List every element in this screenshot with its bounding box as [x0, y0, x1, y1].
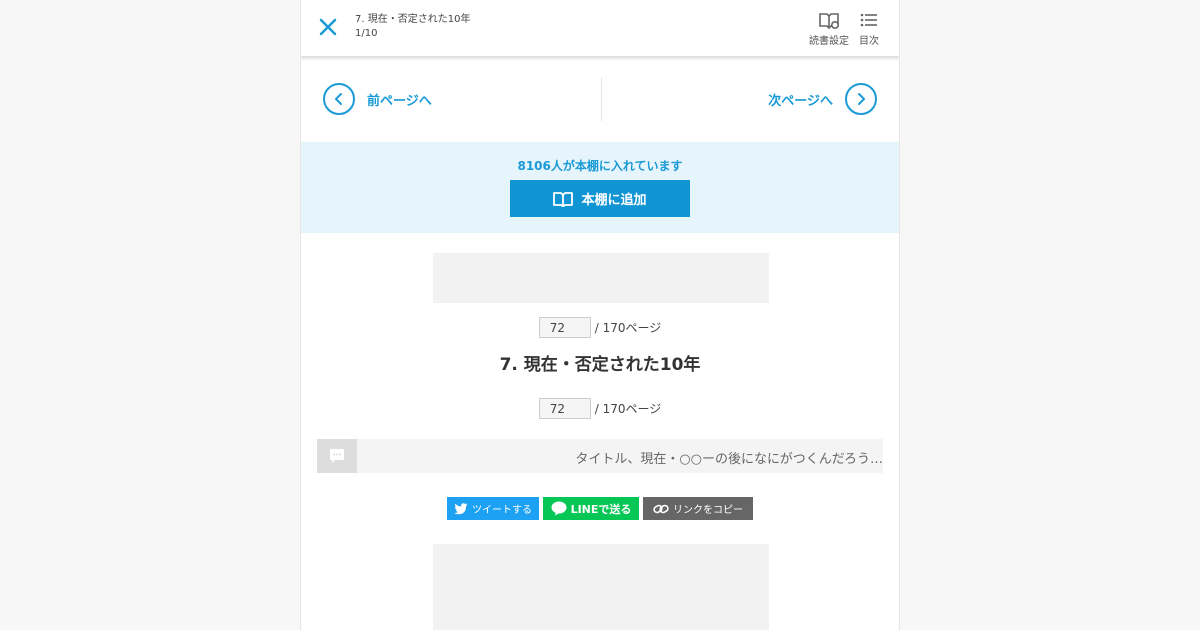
copy-link-button[interactable]: リンクをコピー — [643, 497, 753, 520]
copy-link-label: リンクをコピー — [673, 505, 743, 516]
prev-page-label: 前ページへ — [367, 93, 432, 109]
ad-placeholder — [433, 253, 769, 303]
page-number-input[interactable] — [538, 317, 591, 338]
chat-bubble-icon — [317, 439, 357, 473]
list-icon — [860, 13, 877, 27]
toc-button[interactable]: 目次 — [856, 10, 882, 47]
pager-divider — [601, 77, 602, 121]
ad-placeholder — [433, 544, 769, 630]
next-page-label: 次ページへ — [768, 93, 833, 109]
bookshelf-section: 8106人が本棚に入れています 本棚に追加 — [301, 142, 899, 233]
line-share-label: LINEで送る — [570, 502, 632, 516]
prev-page-button[interactable]: 前ページへ — [323, 81, 432, 117]
book-settings-icon — [819, 13, 840, 30]
tweet-label: ツイートする — [472, 505, 532, 516]
chevron-right-icon — [845, 83, 877, 115]
page-number-nav: / 170ページ — [301, 398, 899, 419]
header-chapter-title: 7. 現在・否定された10年 — [355, 14, 471, 25]
line-logo-icon — [551, 501, 567, 516]
comment-text: タイトル、現在・○○ーの後になにがつくんだろう… — [575, 452, 883, 467]
page-pager: 前ページへ 次ページへ — [301, 57, 899, 142]
share-buttons: ツイートする LINEで送る リンクをコピー — [301, 497, 899, 520]
close-icon — [319, 18, 337, 36]
header-titles: 7. 現在・否定された10年 1/10 — [355, 13, 470, 41]
reader-header: 7. 現在・否定された10年 1/10 読書設定 目次 — [301, 0, 899, 57]
reader-page: 7. 現在・否定された10年 1/10 読書設定 目次 前ページへ 次ページへ … — [300, 0, 900, 630]
chevron-left-icon — [323, 83, 355, 115]
link-icon — [653, 504, 669, 513]
page-number-nav: / 170ページ — [301, 317, 899, 338]
add-to-bookshelf-button[interactable]: 本棚に追加 — [510, 180, 690, 217]
next-page-button[interactable]: 次ページへ — [768, 81, 877, 117]
tweet-button[interactable]: ツイートする — [447, 497, 539, 520]
line-share-button[interactable]: LINEで送る — [543, 497, 639, 520]
page-total: / 170ページ — [594, 321, 662, 335]
header-progress: 1/10 — [355, 28, 378, 39]
comment-bar[interactable]: タイトル、現在・○○ーの後になにがつくんだろう… — [317, 439, 883, 473]
toc-label: 目次 — [859, 36, 879, 47]
bookshelf-count: 8106人が本棚に入れています — [517, 159, 683, 173]
page-number-input[interactable] — [538, 398, 591, 419]
add-to-bookshelf-label: 本棚に追加 — [581, 193, 647, 208]
close-button[interactable] — [315, 14, 341, 40]
twitter-bird-icon — [454, 502, 468, 514]
reading-settings-button[interactable]: 読書設定 — [809, 10, 849, 47]
reading-settings-label: 読書設定 — [809, 36, 849, 47]
page-total: / 170ページ — [594, 402, 662, 416]
chapter-title: 7. 現在・否定された10年 — [499, 355, 701, 375]
open-book-icon — [553, 191, 574, 207]
